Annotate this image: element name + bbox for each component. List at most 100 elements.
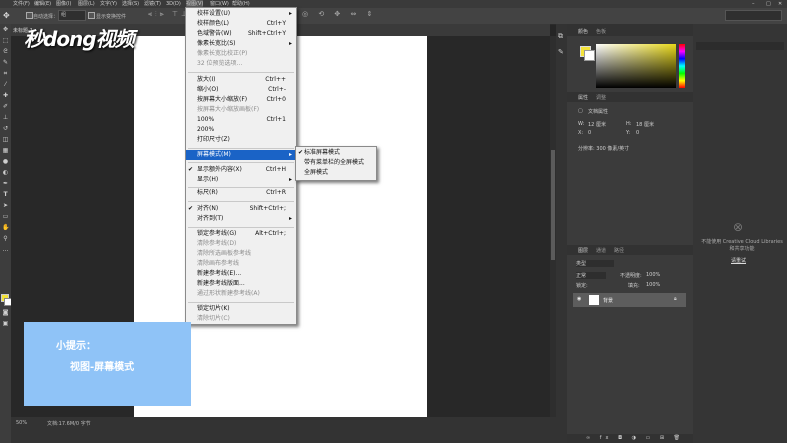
layer-name[interactable]: 背景 — [603, 297, 613, 304]
tab-channels[interactable]: 通道 — [596, 247, 606, 254]
menu-item-zoom-in[interactable]: 放大(I) Ctrl++ — [186, 75, 296, 85]
tab-color[interactable]: 颜色 — [578, 28, 588, 35]
dodge-tool-icon[interactable]: ◐ — [2, 169, 9, 177]
fill-value[interactable]: 100% — [646, 282, 660, 288]
workspace-select[interactable] — [725, 10, 782, 21]
x-value[interactable]: 0 — [588, 130, 591, 136]
menu-item-proof-colors[interactable]: 校样颜色(L) Ctrl+Y — [186, 19, 296, 29]
menu-item-clear-artboard-guides: 清除所选画板参考线 — [197, 250, 252, 257]
3d-mode-icons[interactable]: ◎ ⟲ ✥ ⇔ ⇕ — [302, 10, 376, 18]
brush-settings-icon[interactable]: ✎ — [558, 48, 564, 56]
path-select-tool-icon[interactable]: ➤ — [2, 202, 9, 210]
tab-paths[interactable]: 路径 — [614, 247, 624, 254]
screen-mode-submenu: ✔ 标准屏幕模式 带有菜单栏的全屏模式 全屏模式 — [295, 146, 377, 181]
tab-swatches[interactable]: 色板 — [596, 28, 606, 35]
menu-item-zoom-out[interactable]: 缩小(O) Ctrl+- — [186, 85, 296, 95]
blur-tool-icon[interactable]: ● — [2, 158, 9, 166]
menu-item-show[interactable]: 显示(H) ▸ — [186, 175, 296, 185]
menu-edit[interactable]: 编辑(E) — [34, 0, 51, 8]
tip-box: 小提示： 视图-屏幕模式 — [24, 322, 191, 406]
more-tools-icon[interactable]: … — [2, 246, 9, 254]
eraser-tool-icon[interactable]: ◫ — [2, 136, 9, 144]
blend-mode-select[interactable]: 正常 — [576, 272, 606, 279]
menu-item-proof-setup[interactable]: 校样设置(U) ▸ — [186, 9, 296, 19]
transform-checkbox[interactable] — [88, 12, 95, 19]
menu-item-200-percent[interactable]: 200% — [186, 125, 296, 135]
menu-type[interactable]: 文字(Y) — [100, 0, 117, 8]
menu-item-pixel-aspect[interactable]: 像素长宽比(S) ▸ — [186, 39, 296, 49]
minimize-icon[interactable]: – — [752, 0, 755, 8]
menu-item-rulers[interactable]: 标尺(R) Ctrl+R — [186, 188, 296, 198]
menu-item-new-guide-layout[interactable]: 新建参考线版面... — [186, 279, 296, 289]
libraries-message: 不能使用 Creative Cloud Libraries 和共享功能 — [701, 239, 783, 252]
close-icon[interactable]: ✕ — [778, 0, 782, 8]
autoselect-checkbox[interactable] — [26, 12, 33, 19]
menu-item-snap-to[interactable]: 对齐到(T) ▸ — [186, 214, 296, 224]
stamp-tool-icon[interactable]: ⊥ — [2, 114, 9, 122]
tab-adjustments[interactable]: 调整 — [596, 94, 606, 101]
menu-layer[interactable]: 图层(L) — [78, 0, 95, 8]
lasso-tool-icon[interactable]: ᘓ — [2, 48, 9, 56]
menu-item-lock-slices[interactable]: 锁定切片(K) — [186, 304, 296, 314]
menu-3d[interactable]: 3D(D) — [166, 0, 181, 8]
layer-action-icons[interactable]: ∞ fx ◘ ◑ ▭ ⊞ 🗑︎ — [586, 435, 684, 441]
menu-item-screen-mode[interactable]: 屏幕模式(M) ▸ — [186, 150, 296, 160]
healing-tool-icon[interactable]: ✚ — [2, 92, 9, 100]
zoom-tool-icon[interactable]: ⚲ — [2, 235, 9, 243]
visibility-eye-icon[interactable]: ◉ — [577, 296, 581, 302]
move-tool-icon[interactable]: ✥ — [3, 11, 10, 20]
autoselect-target-select[interactable]: 组 — [58, 10, 86, 21]
vertical-scroll-thumb[interactable] — [551, 150, 555, 260]
maximize-icon[interactable]: □ — [766, 0, 771, 8]
menu-item-guides-from-shape: 通过形状新建参考线(A) — [197, 290, 260, 297]
y-value[interactable]: 0 — [636, 130, 639, 136]
menu-item-new-guide[interactable]: 新建参考线(E)... — [186, 269, 296, 279]
menu-image[interactable]: 图像(I) — [56, 0, 71, 8]
menu-item-100-percent[interactable]: 100% Ctrl+1 — [186, 115, 296, 125]
menu-item-clear-canvas-guides: 清除画布参考线 — [197, 260, 240, 267]
menu-item-gamut-warning[interactable]: 色域警告(W) Shift+Ctrl+Y — [186, 29, 296, 39]
menu-select[interactable]: 选择(S) — [122, 0, 139, 8]
submenu-item-fullscreen[interactable]: 全屏模式 — [296, 168, 376, 178]
tip-body: 视图-屏幕模式 — [70, 362, 135, 373]
gradient-tool-icon[interactable]: ▦ — [2, 147, 9, 155]
move-tool-icon[interactable]: ✥ — [2, 26, 9, 34]
type-tool-icon[interactable]: T — [2, 191, 9, 199]
tab-properties[interactable]: 属性 — [578, 94, 588, 101]
tip-title: 小提示： — [56, 341, 96, 352]
menu-item-print-size[interactable]: 打印尺寸(Z) — [186, 135, 296, 145]
menu-file[interactable]: 文件(F) — [13, 0, 30, 8]
panel-background-swatch[interactable] — [584, 50, 595, 61]
history-brush-tool-icon[interactable]: ↺ — [2, 125, 9, 133]
submenu-item-fullscreen-menubar[interactable]: 带有菜单栏的全屏模式 — [296, 158, 376, 168]
marquee-tool-icon[interactable]: ⬚ — [2, 37, 9, 45]
brush-tool-icon[interactable]: ✐ — [2, 103, 9, 111]
menu-filter[interactable]: 滤镜(T) — [144, 0, 161, 8]
libraries-select[interactable] — [696, 42, 784, 50]
tab-layers[interactable]: 图层 — [578, 247, 588, 254]
menu-item-snap[interactable]: ✔ 对齐(N) Shift+Ctrl+; — [186, 204, 296, 214]
zoom-level[interactable]: 50% — [16, 420, 27, 426]
menu-item-clear-slices: 清除切片(C) — [197, 315, 230, 322]
color-picker-field[interactable] — [596, 44, 676, 88]
height-value[interactable]: 18 厘米 — [636, 121, 654, 128]
screen-mode-icon[interactable]: ▣ — [2, 320, 9, 328]
quick-select-tool-icon[interactable]: ✎ — [2, 59, 9, 67]
history-icon[interactable]: ⧉ — [558, 32, 563, 41]
submenu-item-standard-screen[interactable]: ✔ 标准屏幕模式 — [296, 148, 376, 158]
hand-tool-icon[interactable]: ✋ — [2, 224, 9, 232]
menu-item-fit-screen[interactable]: 按屏幕大小缩放(F) Ctrl+0 — [186, 95, 296, 105]
pen-tool-icon[interactable]: ✒ — [2, 180, 9, 188]
width-value[interactable]: 12 厘米 — [588, 121, 606, 128]
quick-mask-icon[interactable]: ◙ — [2, 309, 9, 317]
crop-tool-icon[interactable]: ⌗ — [2, 70, 9, 78]
layer-filter-select[interactable]: 类型 — [576, 260, 614, 267]
menu-item-fit-artboard: 按屏幕大小缩放画板(F) — [197, 106, 260, 113]
hue-slider[interactable] — [679, 44, 685, 88]
menu-item-show-extras[interactable]: ✔ 显示额外内容(X) Ctrl+H — [186, 165, 296, 175]
eyedropper-tool-icon[interactable]: ⁄ — [2, 81, 9, 89]
menu-item-lock-guides[interactable]: 锁定参考线(G) Alt+Ctrl+; — [186, 229, 296, 239]
retry-link[interactable]: 请重试 — [731, 257, 746, 264]
opacity-value[interactable]: 100% — [646, 272, 660, 278]
shape-tool-icon[interactable]: ▭ — [2, 213, 9, 221]
